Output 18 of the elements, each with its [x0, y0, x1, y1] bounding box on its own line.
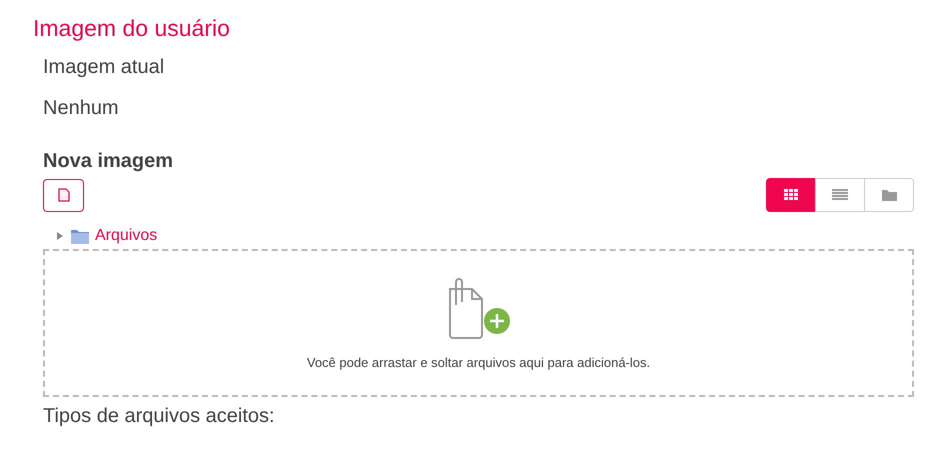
folder-link[interactable]: Arquivos: [95, 227, 158, 245]
add-file-button[interactable]: [43, 178, 84, 212]
list-icon: [832, 189, 848, 201]
field-label: Tipos de arquivos aceitos:: [43, 404, 276, 429]
grid-icon: [784, 189, 798, 201]
field-value: Nenhum: [43, 96, 120, 121]
folder-view-button[interactable]: [864, 178, 914, 212]
file-icon: [58, 188, 70, 202]
list-view-button[interactable]: [815, 178, 865, 212]
field-label: Nova imagem: [43, 149, 174, 174]
grid-view-button[interactable]: [766, 178, 816, 212]
drop-hint: Você pode arrastar e soltar arquivos aqui para adicioná-los.: [306, 355, 650, 370]
folder-icon: [71, 228, 89, 244]
folder-icon: [882, 189, 896, 201]
drop-zone[interactable]: Você pode arrastar e soltar arquivos aqui para adicioná-los.: [43, 249, 914, 397]
expand-arrow-icon[interactable]: [55, 231, 65, 241]
field-label: Imagem atual: [43, 55, 166, 80]
section-title: Imagem do usuário: [33, 14, 231, 42]
